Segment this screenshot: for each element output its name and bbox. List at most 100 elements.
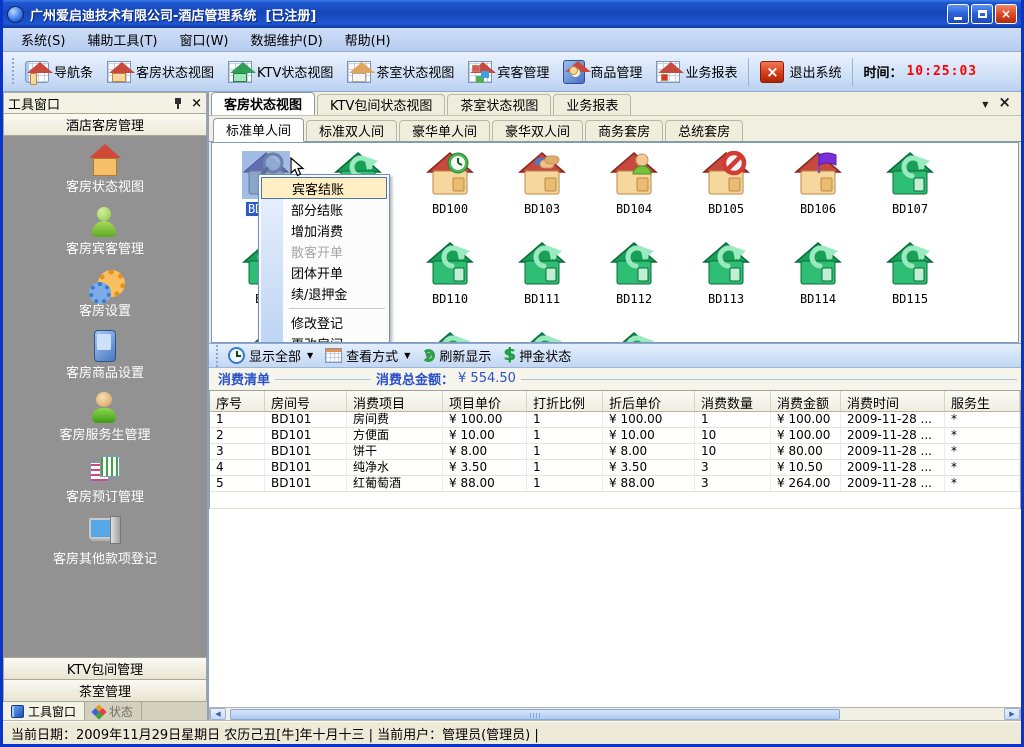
title-bar: 广州爱启迪技术有限公司-酒店管理系统 [已注册] × (3, 0, 1021, 28)
room-item[interactable]: BD103 (496, 149, 588, 239)
horizontal-scrollbar[interactable]: ◀ ▶ (209, 707, 1021, 721)
scroll-left-icon[interactable]: ◀ (210, 708, 226, 720)
context-menu-item[interactable]: 增加消费 (261, 220, 387, 241)
toolbar-button-icon (656, 61, 680, 83)
table-row[interactable]: 4BD101纯净水¥ 3.501¥ 3.503¥ 10.502009-11-28… (210, 460, 1020, 476)
sidebar-group-hotel-rooms[interactable]: 酒店客房管理 (3, 114, 207, 136)
sidebar-bottom-tab[interactable]: 工具窗口 (3, 702, 85, 721)
sidebar-item[interactable]: 客房商品设置 (3, 330, 207, 392)
sidebar-group-button[interactable]: KTV包间管理 (3, 657, 207, 679)
table-header-cell[interactable]: 消费时间 (841, 391, 945, 411)
sidebar-item-icon (87, 206, 123, 240)
sidebar-item[interactable]: 客房其他款项登记 (3, 516, 207, 578)
menu-item[interactable]: 辅助工具(T) (77, 28, 167, 51)
menu-item[interactable]: 数据维护(D) (241, 28, 333, 51)
room-item[interactable]: BD105 (680, 149, 772, 239)
room-item[interactable]: BD115 (864, 239, 956, 329)
maximize-button[interactable] (971, 4, 993, 24)
minimize-button[interactable] (947, 4, 969, 24)
document-tab[interactable]: 茶室状态视图 (447, 94, 551, 115)
exit-system-button[interactable]: 退出系统 (753, 58, 848, 86)
toolbar-button[interactable]: 宾客管理 (461, 58, 556, 86)
table-header-cell[interactable]: 消费金额 (771, 391, 841, 411)
sidebar-item[interactable]: 客房服务生管理 (3, 392, 207, 454)
document-tab[interactable]: 业务报表 (553, 94, 631, 115)
room-item[interactable]: BD110 (404, 239, 496, 329)
close-tab-icon[interactable] (998, 92, 1011, 111)
toolbar-button[interactable]: KTV状态视图 (221, 58, 340, 86)
table-row[interactable]: 1BD101房间费¥ 100.001¥ 100.001¥ 100.002009-… (210, 412, 1020, 428)
table-row[interactable]: 2BD101方便面¥ 10.001¥ 10.0010¥ 100.002009-1… (210, 428, 1020, 444)
consumption-toolbar-button[interactable]: 押金状态 (497, 343, 577, 367)
room-type-tab[interactable]: 豪华双人间 (492, 120, 583, 141)
room-type-tab[interactable]: 标准双人间 (306, 120, 397, 141)
context-menu-item[interactable]: 散客开单 (261, 241, 387, 262)
table-header-cell[interactable]: 打折比例 (527, 391, 603, 411)
consumption-toolbar-button[interactable]: 刷新显示 (416, 344, 497, 367)
room-type-tab[interactable]: 标准单人间 (213, 118, 304, 142)
table-header-cell[interactable]: 折后单价 (603, 391, 695, 411)
context-menu-item[interactable]: 修改登记 (261, 312, 387, 333)
toolbar-button[interactable]: 茶室状态视图 (340, 58, 461, 86)
context-menu-item[interactable]: 部分结账 (261, 199, 387, 220)
menu-item[interactable]: 窗口(W) (170, 28, 239, 51)
table-header-cell[interactable]: 消费数量 (695, 391, 771, 411)
table-header-cell[interactable]: 服务生 (945, 391, 1020, 411)
room-item[interactable]: BD106 (772, 149, 864, 239)
menu-item[interactable]: 帮助(H) (335, 28, 401, 51)
sidebar-group-button[interactable]: 茶室管理 (3, 679, 207, 701)
room-item[interactable]: BD119 (496, 329, 588, 343)
room-item[interactable]: BD111 (496, 239, 588, 329)
toolbar-button[interactable]: 商品管理 (556, 57, 649, 87)
sidebar-item[interactable]: 客房状态视图 (3, 144, 207, 206)
tab-list-dropdown-icon[interactable] (982, 92, 988, 111)
sidebar-item[interactable]: 客房宾客管理 (3, 206, 207, 268)
sidebar-item[interactable]: 客房预订管理 (3, 454, 207, 516)
context-menu-item[interactable]: 宾客结账 (261, 177, 387, 199)
scrollbar-thumb[interactable] (230, 709, 840, 720)
table-cell: 5 (210, 476, 265, 491)
menu-item[interactable]: 系统(S) (11, 28, 75, 51)
document-tab-bar: 客房状态视图KTV包间状态视图茶室状态视图业务报表 (209, 92, 1021, 116)
table-header-cell[interactable]: 房间号 (265, 391, 347, 411)
table-cell: 1 (210, 412, 265, 427)
room-type-tab[interactable]: 豪华单人间 (399, 120, 490, 141)
room-item[interactable]: BD100 (404, 149, 496, 239)
room-item[interactable]: BD114 (772, 239, 864, 329)
table-row[interactable]: 3BD101饼干¥ 8.001¥ 8.0010¥ 80.002009-11-28… (210, 444, 1020, 460)
table-cell: 房间费 (347, 412, 443, 427)
toolbar-button[interactable]: 客房状态视图 (100, 58, 221, 86)
sidebar-item[interactable]: 客房设置 (3, 268, 207, 330)
close-button[interactable]: × (995, 4, 1017, 24)
room-item[interactable]: BD104 (588, 149, 680, 239)
close-icon[interactable] (191, 97, 202, 110)
room-item[interactable]: BD113 (680, 239, 772, 329)
consumption-toolbar-button[interactable]: 显示全部 (222, 344, 319, 367)
app-window: 广州爱启迪技术有限公司-酒店管理系统 [已注册] × 系统(S)辅助工具(T)窗… (0, 0, 1024, 747)
context-menu-item[interactable] (261, 304, 387, 312)
sidebar-bottom-tabs: 工具窗口 状态 (3, 701, 207, 721)
table-header-cell[interactable]: 消费项目 (347, 391, 443, 411)
pin-icon[interactable] (173, 97, 183, 110)
room-type-tab[interactable]: 商务套房 (585, 120, 663, 141)
toolbar-button[interactable]: 导航条 (18, 58, 100, 86)
table-header-cell[interactable]: 项目单价 (443, 391, 527, 411)
consumption-toolbar-button[interactable]: 查看方式 (319, 344, 416, 367)
toolbar-button[interactable]: 业务报表 (649, 58, 744, 86)
document-tab[interactable]: KTV包间状态视图 (317, 94, 445, 115)
table-header-cell[interactable]: 序号 (210, 391, 265, 411)
context-menu-item[interactable]: 团体开单 (261, 262, 387, 283)
room-item[interactable]: BD120 (588, 329, 680, 343)
room-item[interactable]: BD118 (404, 329, 496, 343)
context-menu-item[interactable]: 更改房间 (261, 333, 387, 343)
room-item[interactable]: BD112 (588, 239, 680, 329)
table-cell: 2009-11-28 ... (841, 476, 945, 491)
sidebar-bottom-tab[interactable]: 状态 (85, 702, 142, 721)
context-menu-item[interactable]: 续/退押金 (261, 283, 387, 304)
room-type-tab[interactable]: 总统套房 (665, 120, 743, 141)
table-row[interactable]: 5BD101红葡萄酒¥ 88.001¥ 88.003¥ 264.002009-1… (210, 476, 1020, 492)
dropdown-arrow-icon (404, 351, 410, 360)
document-tab[interactable]: 客房状态视图 (211, 92, 315, 115)
room-item[interactable]: BD107 (864, 149, 956, 239)
scroll-right-icon[interactable]: ▶ (1004, 708, 1020, 720)
